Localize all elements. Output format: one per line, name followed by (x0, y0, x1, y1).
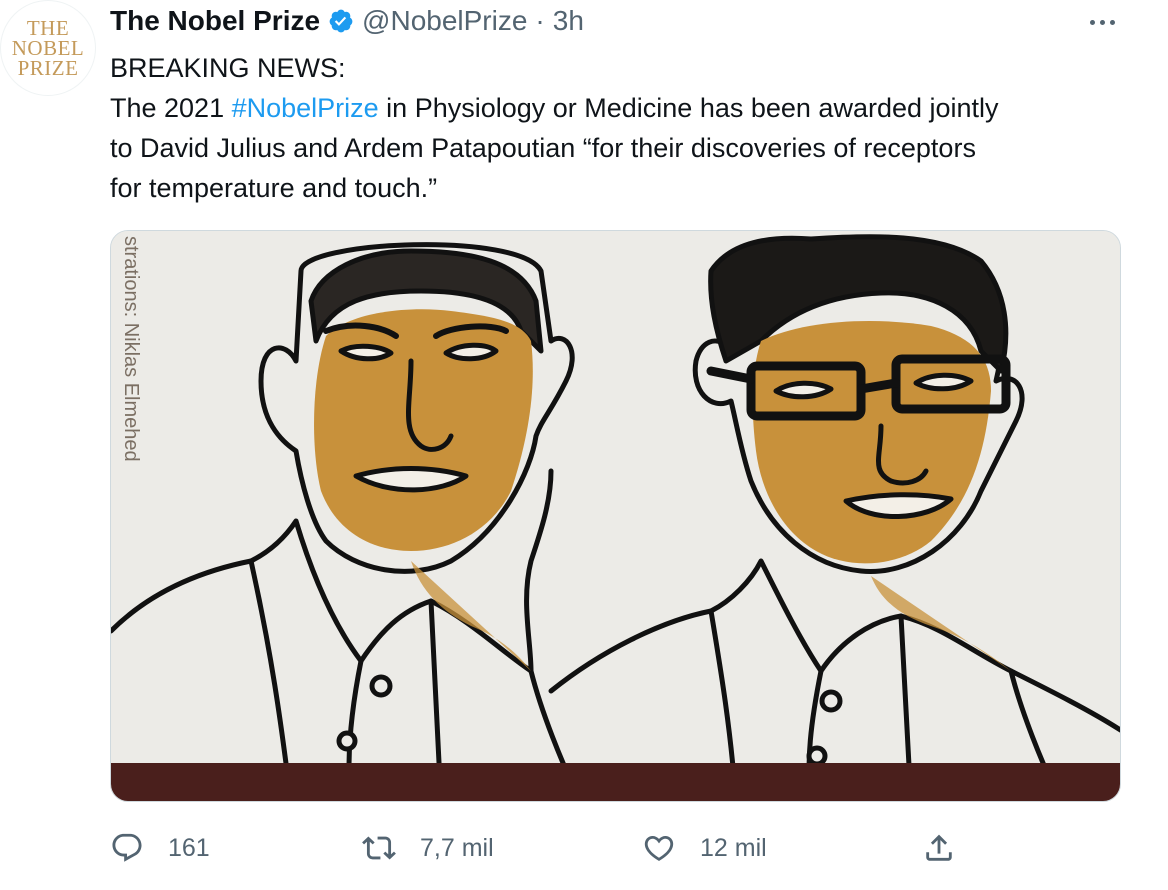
tweet-header: The Nobel Prize @NobelPrize · 3h (110, 4, 584, 38)
reply-icon (112, 833, 142, 862)
avatar-line: THE (26, 16, 70, 40)
tweet-text-segment: The 2021 (110, 93, 232, 123)
name-banner (111, 763, 1120, 801)
tweet-text: BREAKING NEWS: The 2021 #NobelPrize in P… (110, 48, 1120, 208)
tweet-media[interactable] (110, 230, 1121, 802)
avatar-line: NOBEL (11, 36, 85, 60)
more-icon[interactable] (1084, 12, 1120, 32)
illustration-credit: strations: Niklas Elmehed (120, 236, 142, 462)
reply-count: 161 (168, 833, 210, 862)
tweet-text-line: to David Julius and Ardem Patapoutian “f… (110, 133, 976, 163)
tweet-text-line: for temperature and touch.” (110, 173, 438, 203)
heart-icon (644, 835, 674, 861)
tweet-text-line: The 2021 #NobelPrize in Physiology or Me… (110, 88, 1120, 128)
tweet-text-segment: in Physiology or Medicine has been award… (378, 93, 999, 123)
handle[interactable]: @NobelPrize (362, 5, 527, 37)
display-name[interactable]: The Nobel Prize (110, 5, 320, 37)
tweet-text-line: BREAKING NEWS: (110, 53, 346, 83)
retweet-icon (362, 836, 396, 860)
avatar[interactable]: THE NOBEL PRIZE (0, 0, 96, 96)
separator: · (535, 5, 545, 36)
laureates-illustration (111, 231, 1120, 801)
like-count: 12 mil (700, 833, 767, 862)
timestamp[interactable]: 3h (553, 5, 584, 37)
tweet-actions: 161 7,7 mil 12 mil (110, 826, 1120, 870)
share-button[interactable] (922, 826, 956, 870)
share-icon (926, 834, 952, 861)
avatar-line: PRIZE (17, 56, 79, 80)
like-button[interactable]: 12 mil (642, 826, 767, 870)
hashtag-link[interactable]: #NobelPrize (232, 93, 379, 123)
reply-button[interactable]: 161 (110, 826, 210, 870)
retweet-button[interactable]: 7,7 mil (362, 826, 494, 870)
retweet-count: 7,7 mil (420, 833, 494, 862)
verified-badge-icon (329, 9, 353, 33)
